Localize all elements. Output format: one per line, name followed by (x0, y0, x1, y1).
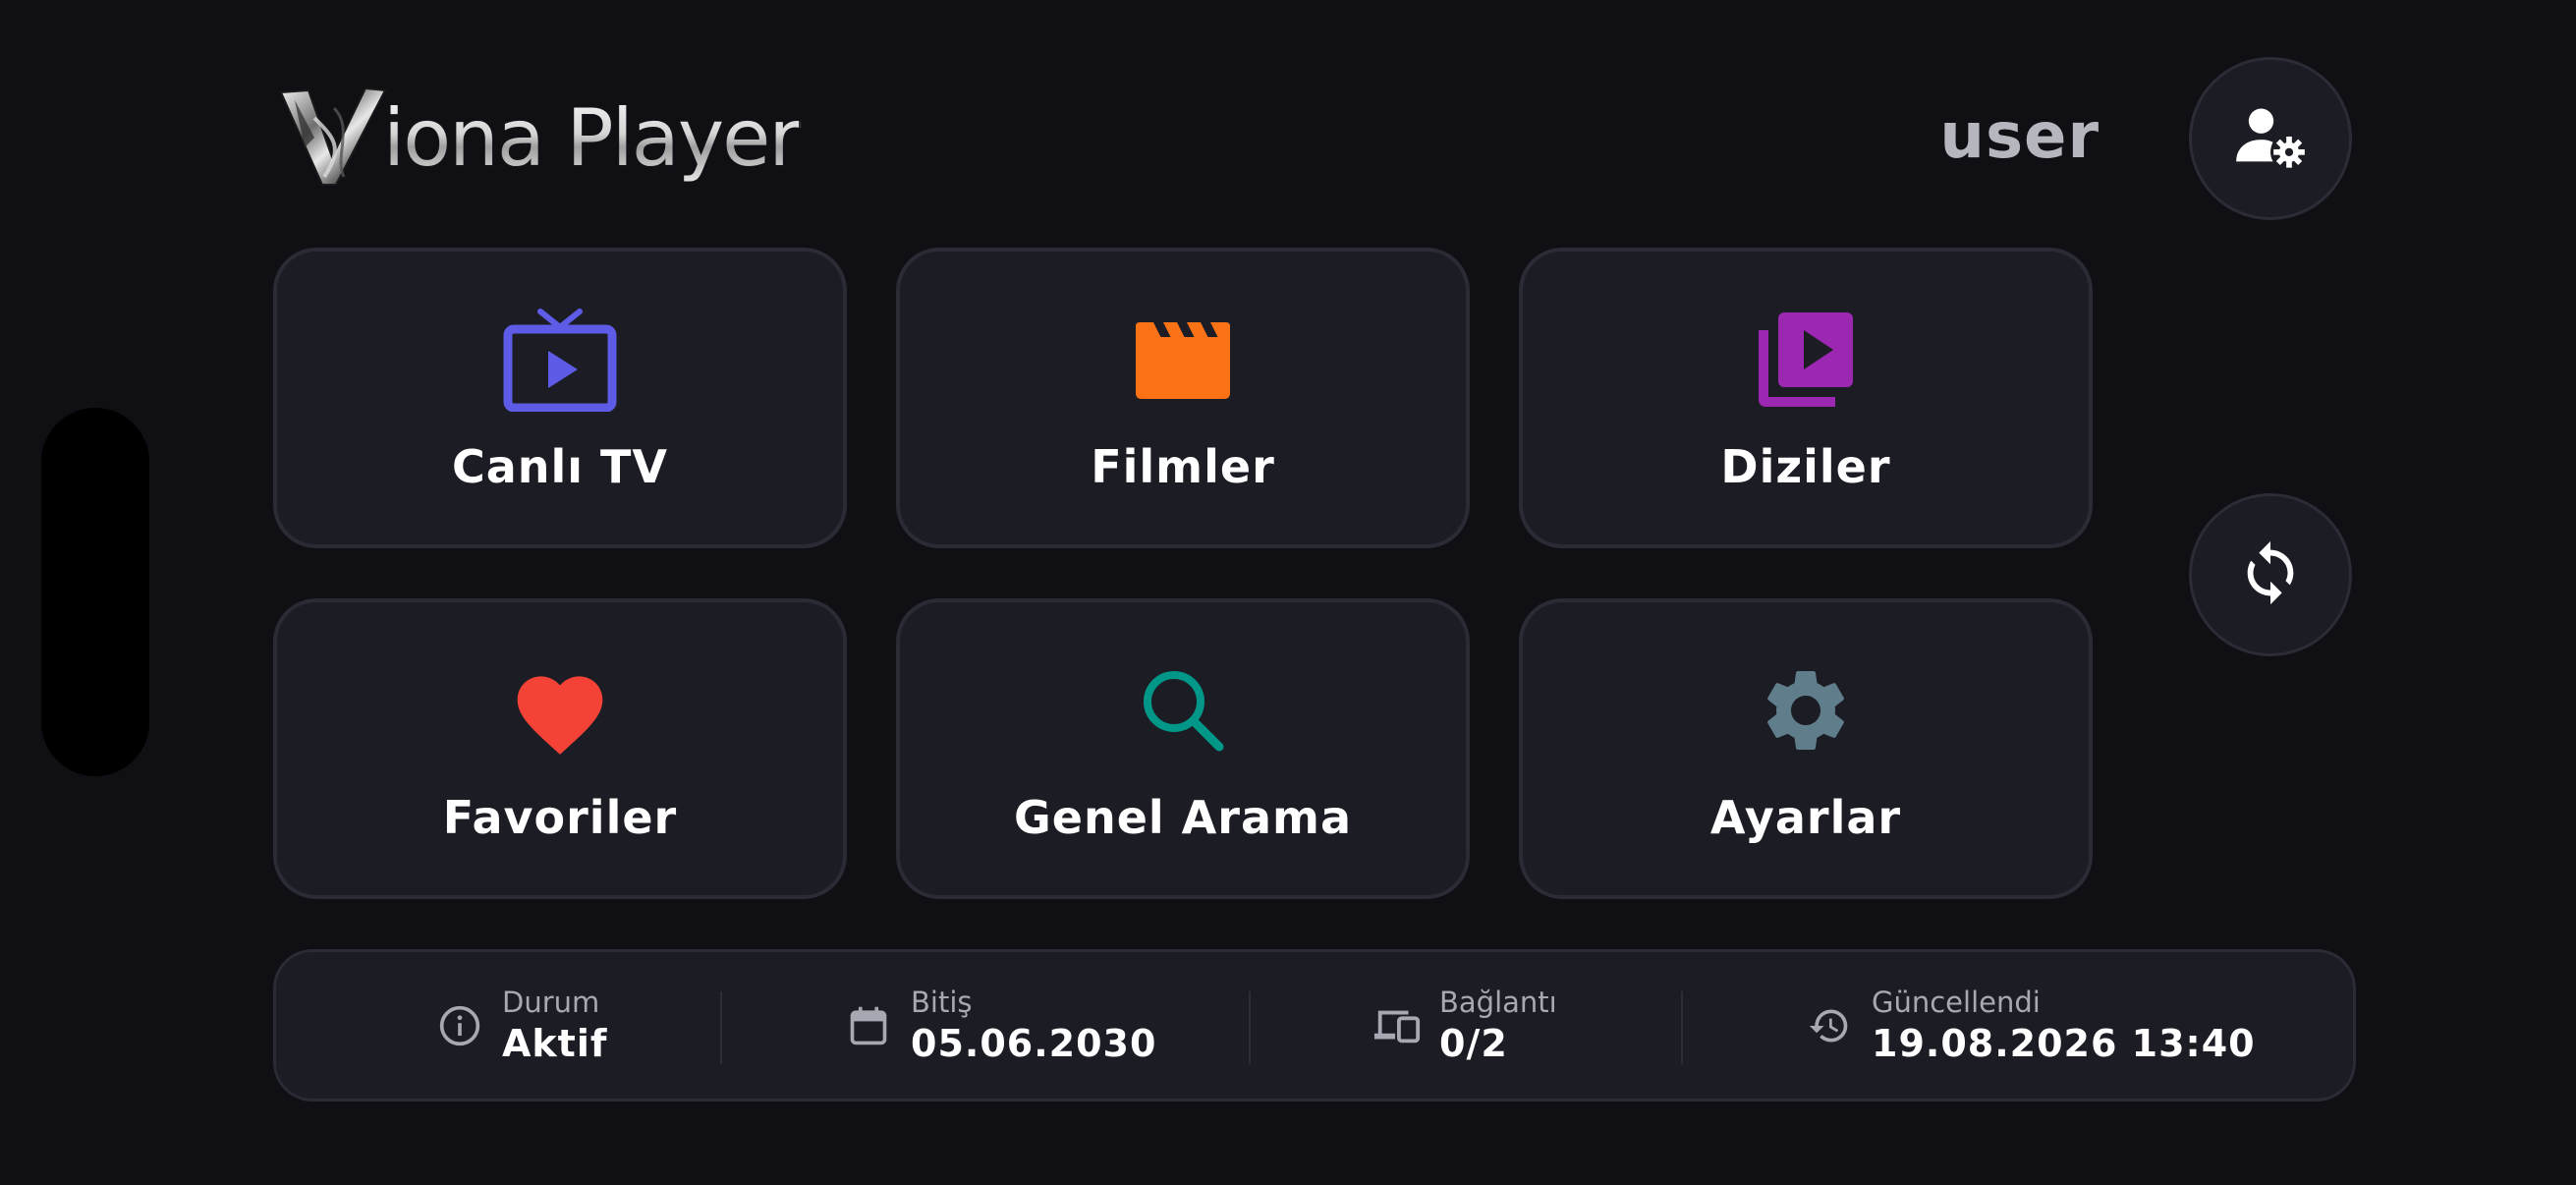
menu-tile-movies[interactable]: Filmler (896, 248, 1470, 548)
clapperboard-icon (1124, 301, 1242, 419)
status-value: 19.08.2026 13:40 (1872, 1022, 2256, 1065)
status-label: Güncellendi (1872, 986, 2041, 1019)
refresh-button[interactable] (2189, 493, 2352, 656)
menu-tile-label: Filmler (1091, 440, 1275, 493)
menu-tile-label: Canlı TV (451, 440, 669, 493)
status-label: Bitiş (911, 986, 973, 1019)
heart-icon (501, 651, 619, 769)
app-title: iona Player (383, 91, 801, 184)
menu-tile-live-tv[interactable]: Canlı TV (273, 248, 847, 548)
menu-tile-series[interactable]: Diziler (1519, 248, 2093, 548)
status-label: Bağlantı (1439, 986, 1557, 1019)
status-value: 0/2 (1439, 1022, 1508, 1065)
status-value: 05.06.2030 (911, 1022, 1157, 1065)
menu-tile-label: Favoriler (442, 791, 678, 844)
video-library-icon (1747, 301, 1865, 419)
search-icon (1124, 651, 1242, 769)
account-status-bar: Durum Aktif Bitiş 05.06.2030 Bağlantı 0/… (273, 949, 2356, 1101)
side-drawer-handle[interactable] (41, 408, 149, 776)
menu-tile-label: Genel Arama (1014, 791, 1352, 844)
calendar-icon (844, 1001, 893, 1050)
menu-tile-settings[interactable]: Ayarlar (1519, 598, 2093, 899)
menu-tile-favorites[interactable]: Favoriler (273, 598, 847, 899)
status-item-updated: Güncellendi 19.08.2026 13:40 (1805, 952, 2256, 1100)
status-divider (1249, 991, 1251, 1064)
status-value: Aktif (502, 1022, 608, 1065)
status-item-expiry: Bitiş 05.06.2030 (844, 952, 1156, 1100)
refresh-icon (2236, 538, 2305, 611)
status-label: Durum (502, 986, 600, 1019)
home-screen: iona Player user Canlı TV Filmler Dizile… (0, 0, 2576, 1185)
app-logo: iona Player (275, 79, 801, 197)
user-name: user (1939, 100, 2100, 173)
status-item-connection: Bağlantı 0/2 (1372, 952, 1557, 1100)
menu-tile-search[interactable]: Genel Arama (896, 598, 1470, 899)
status-divider (720, 991, 722, 1064)
info-icon (435, 1001, 484, 1050)
user-settings-button[interactable] (2189, 57, 2352, 220)
v-chrome-logo-icon (275, 79, 393, 197)
main-menu-grid: Canlı TV Filmler Diziler Favoriler Genel… (273, 248, 2093, 901)
user-gear-icon (2233, 99, 2308, 178)
history-icon (1805, 1001, 1854, 1050)
status-divider (1681, 991, 1683, 1064)
devices-icon (1372, 1001, 1422, 1050)
menu-tile-label: Ayarlar (1709, 791, 1902, 844)
menu-tile-label: Diziler (1720, 440, 1891, 493)
live-tv-icon (501, 301, 619, 419)
status-item-state: Durum Aktif (435, 952, 607, 1100)
gear-icon (1747, 651, 1865, 769)
